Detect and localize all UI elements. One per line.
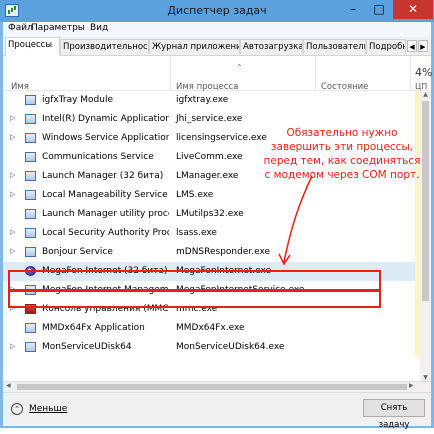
minimize-button[interactable]: – (340, 0, 366, 19)
end-task-button[interactable]: Снять задачу (363, 399, 425, 430)
process-display-name: Communications Service (42, 152, 154, 162)
generic-app-icon (25, 190, 36, 200)
generic-app-icon (25, 152, 36, 162)
column-divider[interactable] (410, 56, 411, 90)
process-exe-name: MonServiceUDisk64.exe (176, 342, 285, 352)
maximize-button[interactable]: □ (366, 0, 392, 19)
process-exe-name: LManager.exe (176, 171, 239, 181)
process-exe-name: mDNSResponder.exe (176, 247, 271, 257)
column-header: ⌃ Имя Имя процесса Состояние 4% ЦП (3, 56, 433, 92)
vertical-scroll-thumb[interactable] (422, 101, 429, 301)
column-divider[interactable] (315, 56, 316, 90)
process-display-name: Intel(R) Dynamic Application Lo... (42, 114, 169, 124)
footer-bar: ⌃ Меньше Снять задачу (3, 392, 431, 430)
fewer-details-link[interactable]: Меньше (29, 404, 67, 414)
highlight-box-megafon-service (8, 290, 381, 308)
horizontal-scroll-thumb[interactable] (17, 384, 407, 390)
table-row[interactable]: ▷ Local Security Authority Process lsass.e… (3, 224, 431, 243)
client-area: Процессы Производительность Журнал прило… (3, 37, 433, 430)
process-exe-name: MMDx64Fx.exe (176, 323, 245, 333)
tab-startup[interactable]: Автозагрузка (240, 39, 303, 54)
table-row[interactable]: Launch Manager utility process ... LMutil… (3, 205, 431, 224)
process-display-name: Launch Manager (32 бита) (42, 171, 164, 181)
table-row[interactable]: ▷ Bonjour Service mDNSResponder.exe (3, 243, 431, 262)
tab-users[interactable]: Пользователи (303, 39, 366, 54)
highlight-box-megafon-internet (8, 270, 381, 291)
process-display-name: igfxTray Module (42, 95, 114, 105)
expand-chevron-icon[interactable]: ▷ (10, 171, 15, 179)
generic-app-icon (25, 342, 36, 352)
column-divider[interactable] (170, 56, 171, 90)
expand-chevron-icon[interactable]: ▷ (10, 247, 15, 255)
scroll-right-icon[interactable]: ▶ (409, 382, 414, 389)
scroll-down-icon[interactable]: ▼ (420, 374, 431, 381)
process-display-name: MonServiceUDisk64 (42, 342, 132, 352)
annotation-note: Обязательно нужно завершить эти процессы… (263, 127, 421, 181)
generic-app-icon (25, 228, 36, 238)
process-exe-name: lsass.exe (176, 228, 217, 238)
process-exe-name: LMutilps32.exe (176, 209, 244, 219)
generic-app-icon (25, 171, 36, 181)
process-display-name: Bonjour Service (42, 247, 113, 257)
task-manager-window: Диспетчер задач – □ ✕ Файл Параметры Вид… (0, 0, 434, 430)
process-exe-name: licensingservice.exe (176, 133, 267, 143)
table-row[interactable]: ▷ Local Manageability Service (32 ... LMS.… (3, 186, 431, 205)
expand-chevron-icon[interactable]: ▷ (10, 342, 15, 350)
scroll-up-icon[interactable]: ▲ (420, 91, 431, 98)
generic-app-icon (25, 95, 36, 105)
process-display-name: Windows Service Application (3... (42, 133, 169, 143)
menu-options[interactable]: Параметры (31, 23, 85, 33)
expand-chevron-icon[interactable]: ▷ (10, 114, 15, 122)
process-display-name: Local Manageability Service (32 ... (42, 190, 169, 200)
close-button[interactable]: ✕ (393, 0, 433, 19)
process-exe-name: igfxtray.exe (176, 95, 229, 105)
collapse-up-icon[interactable]: ⌃ (11, 403, 23, 415)
title-bar[interactable]: Диспетчер задач – □ ✕ (0, 0, 434, 22)
process-exe-name: LMS.exe (176, 190, 214, 200)
generic-app-icon (25, 114, 36, 124)
scroll-left-icon[interactable]: ◀ (6, 382, 11, 389)
sort-arrow-icon: ⌃ (236, 63, 243, 72)
menu-view[interactable]: Вид (90, 23, 108, 33)
menu-bar: Файл Параметры Вид (3, 22, 431, 37)
process-display-name: Launch Manager utility process ... (42, 209, 169, 219)
process-display-name: Local Security Authority Process (42, 228, 169, 238)
generic-app-icon (25, 247, 36, 257)
table-row[interactable]: MMDx64Fx Application MMDx64Fx.exe (3, 319, 431, 338)
tab-scroll-left-icon[interactable]: ◀ (407, 40, 417, 52)
expand-chevron-icon[interactable]: ▷ (10, 190, 15, 198)
generic-app-icon (25, 133, 36, 143)
cpu-total-percent: 4% (415, 66, 433, 79)
menu-file[interactable]: Файл (8, 23, 33, 33)
horizontal-scrollbar[interactable]: ◀ ▶ (3, 381, 431, 392)
tab-performance[interactable]: Производительность (60, 39, 149, 54)
tab-details[interactable]: Подробн (366, 39, 406, 54)
tab-scroll-right-icon[interactable]: ▶ (418, 40, 428, 52)
column-cpu[interactable]: ЦП (415, 82, 427, 91)
generic-app-icon (25, 209, 36, 219)
process-exe-name: LiveComm.exe (176, 152, 243, 162)
table-row[interactable]: igfxTray Module igfxtray.exe (3, 91, 431, 110)
tab-app-history[interactable]: Журнал приложений (149, 39, 240, 54)
tab-bar: Процессы Производительность Журнал прило… (3, 37, 431, 56)
table-row[interactable]: ▷ MonServiceUDisk64 MonServiceUDisk64.exe (3, 338, 431, 357)
expand-chevron-icon[interactable]: ▷ (10, 228, 15, 236)
tab-processes[interactable]: Процессы (5, 37, 60, 56)
expand-chevron-icon[interactable]: ▷ (10, 133, 15, 141)
process-display-name: MMDx64Fx Application (42, 323, 145, 333)
process-exe-name: Jhi_service.exe (176, 114, 243, 124)
generic-app-icon (25, 323, 36, 333)
